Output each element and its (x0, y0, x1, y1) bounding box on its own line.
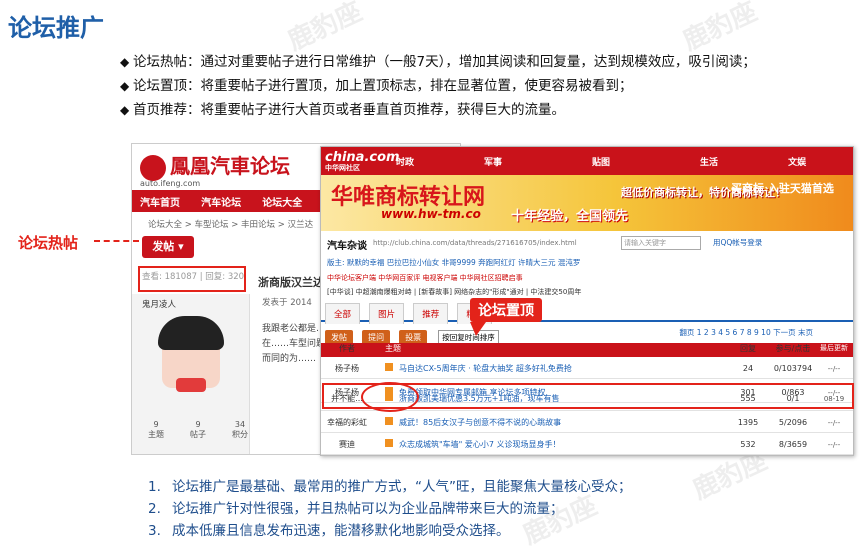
moderators[interactable]: 版主: 默默的幸福 巴拉巴拉小仙女 非哥9999 奔跑阿红灯 许晴大三元 混沌罗 (327, 257, 580, 268)
numbered-item: 3. 成本低廉且信息发布迅速，能潜移默化地影响受众选择。 (148, 523, 510, 539)
tab-images[interactable]: 图片 (369, 303, 405, 324)
channel-item[interactable]: 生活 (695, 147, 723, 175)
thread-title[interactable]: 浙商版汉兰达 (258, 274, 324, 290)
channel-item[interactable]: 贴图 (587, 147, 615, 175)
annotation-hot-post: 论坛热帖 (18, 234, 79, 252)
sticky-icon (385, 439, 393, 447)
tab-recommended[interactable]: 推荐 (413, 303, 449, 324)
thread-tabs: 全部 图片 推荐 精华 (321, 302, 853, 324)
bullet-item: 论坛热帖：通过对重要帖子进行日常维护（一般7天），增加其阅读和回复量，达到规模效… (120, 50, 850, 74)
channel-item[interactable]: 文娱 (783, 147, 811, 175)
tab-all[interactable]: 全部 (325, 303, 361, 324)
ifeng-nav-item[interactable]: 汽车首页 (132, 190, 188, 213)
numbered-list: 1. 论坛推广是最基础、最常用的推广方式，“人气”旺，且能聚焦大量核心受众； 2.… (148, 476, 632, 542)
bullet-list: 论坛热帖：通过对重要帖子进行日常维护（一般7天），增加其阅读和回复量，达到规模效… (120, 50, 850, 122)
ad-banner[interactable]: 华唯商标转让网 www.hw-tm.co 十年经验，全国领先 超低价商标转让，特… (321, 175, 853, 231)
notice-bar[interactable]: [中华谈] 中超潮南爆粗对峙 | [新春故事] 网络杂志的"形成"通对 | 中法… (327, 287, 581, 297)
phoenix-logo-icon (140, 154, 166, 181)
bullet-item: 首页推荐：将重要帖子进行大首页或者垂直首页推荐，获得巨大的流量。 (120, 98, 850, 122)
post-time: 发表于 2014 (262, 298, 312, 308)
search-input[interactable]: 请输入关键字 (621, 236, 701, 250)
table-row[interactable]: 幸福的彩虹 威武！85后女汉子与创意不得不说的心跳故事 1395 5/2096 … (321, 413, 853, 433)
user-counts: 9 主题 9 帖子 34 积分 (148, 420, 248, 439)
annotation-box-row (322, 383, 854, 409)
promo-links[interactable]: 中华论坛客户端 中华网百家评 电视客户端 中华网社区招聘启事 (327, 273, 523, 283)
china-header: china.com 中华网社区 时政 军事 贴图 生活 文娱 (321, 147, 853, 175)
numbered-item: 1. 论坛推广是最基础、最常用的推广方式，“人气”旺，且能聚焦大量核心受众； (148, 479, 632, 495)
post-button[interactable]: 发帖 ▾ (142, 236, 194, 258)
bullet-item: 论坛置顶：将重要帖子进行置顶，加上置顶标志，排在显著位置，使更容易被看到； (120, 74, 850, 98)
pagination[interactable]: 翻页 1 2 3 4 5 6 7 8 9 10 下一页 末页 (679, 327, 813, 338)
avatar[interactable] (158, 316, 224, 392)
forum-title: 汽车杂谈 (327, 241, 367, 252)
qq-login-button[interactable]: 用QQ帐号登录 (713, 237, 762, 248)
channel-item[interactable]: 时政 (391, 147, 419, 175)
channel-item[interactable]: 军事 (479, 147, 507, 175)
table-row[interactable]: 杨子杨 马自达CX-5周年庆 · 轮盘大抽奖 超多好礼免费抢 24 0/1037… (321, 359, 853, 379)
numbered-item: 2. 论坛推广针对性很强，并且热帖可以为企业品牌带来巨大的流量； (148, 501, 564, 517)
table-header: 作者 主题 回复 参与/点击 最后更新 (321, 343, 853, 357)
page-title: 论坛推广 (8, 14, 104, 42)
china-logo[interactable]: china.com 中华网社区 (325, 150, 400, 173)
ifeng-logo: 鳳凰汽車论坛 auto.ifeng.com (140, 154, 290, 188)
forum-url: http://club.china.com/data/threads/27161… (373, 239, 577, 247)
table-row[interactable]: 赛迪 众志成城筑"车墙" 爱心小7 义诊现场显身手！ 532 8/3659 --… (321, 435, 853, 455)
breadcrumb[interactable]: 论坛大全 > 车型论坛 > 丰田论坛 > 汉兰达 (148, 218, 313, 230)
username[interactable]: 鬼月凌人 (142, 298, 176, 310)
ifeng-nav-item[interactable]: 汽车论坛 (193, 190, 249, 213)
ifeng-nav-item[interactable]: 论坛大全 (254, 190, 310, 213)
annotation-top-post: 论坛置顶 (470, 298, 542, 336)
sticky-icon (385, 417, 393, 425)
sticky-icon (385, 363, 393, 371)
annotation-box-stats (138, 266, 246, 292)
china-channels: 时政 军事 贴图 生活 文娱 (391, 147, 811, 175)
annotation-connector (94, 240, 139, 242)
